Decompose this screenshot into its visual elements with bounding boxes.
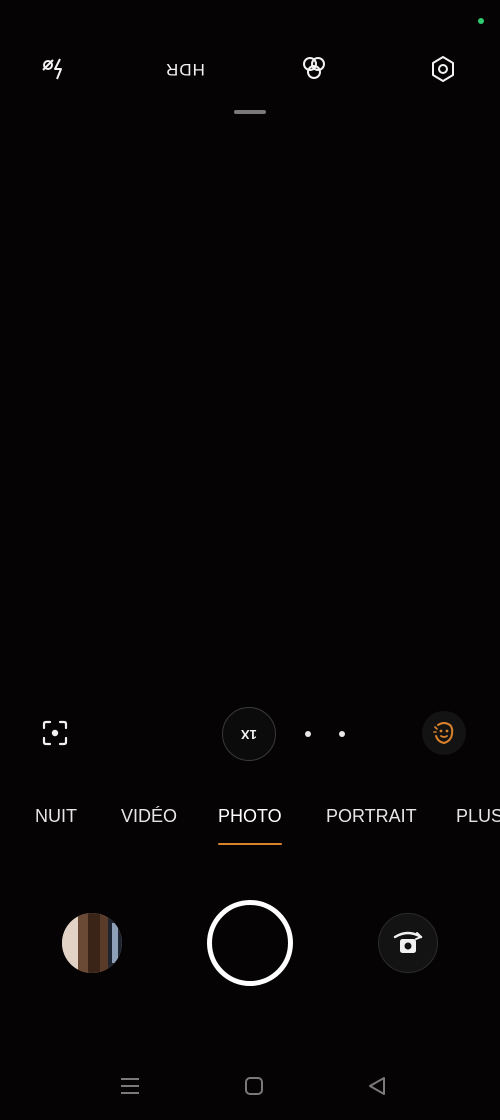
mode-more[interactable]: PLUS: [456, 806, 500, 827]
flash-toggle-button[interactable]: [38, 54, 72, 84]
camera-viewfinder[interactable]: [0, 130, 500, 690]
back-icon: [369, 1077, 385, 1095]
recent-apps-button[interactable]: [115, 1072, 145, 1100]
switch-camera-icon: [393, 931, 423, 953]
camera-active-indicator: [478, 18, 484, 24]
beauty-mode-button[interactable]: [422, 711, 466, 755]
settings-button[interactable]: [426, 54, 460, 84]
mode-video[interactable]: VIDÉO: [121, 806, 177, 827]
active-mode-indicator: [218, 843, 282, 845]
gallery-thumbnail[interactable]: [62, 913, 122, 973]
settings-icon: [432, 56, 454, 82]
menu-icon: [121, 1078, 139, 1094]
home-button[interactable]: [239, 1072, 269, 1100]
zoom-option-dot[interactable]: [305, 731, 311, 737]
hdr-label: HDR: [165, 60, 205, 79]
camera-mode-selector[interactable]: NUIT VIDÉO PHOTO PORTRAIT PLUS: [0, 806, 500, 836]
back-button[interactable]: [362, 1072, 392, 1100]
switch-camera-button[interactable]: [378, 913, 438, 973]
filters-icon: [303, 57, 325, 79]
mode-portrait[interactable]: PORTRAIT: [326, 806, 417, 827]
zoom-label: 1X: [241, 726, 257, 742]
filters-button[interactable]: [297, 54, 331, 84]
scan-icon: [42, 720, 68, 746]
zoom-level-button[interactable]: 1X: [222, 707, 276, 761]
home-icon: [245, 1077, 263, 1095]
mode-night[interactable]: NUIT: [35, 806, 77, 827]
beauty-face-icon: [433, 722, 454, 745]
flash-off-icon: [42, 58, 62, 80]
shutter-button[interactable]: [207, 900, 293, 986]
hdr-toggle-button[interactable]: HDR: [160, 54, 210, 84]
zoom-option-dot[interactable]: [339, 731, 345, 737]
gallery-preview-image: [62, 913, 122, 973]
pull-down-handle[interactable]: [234, 110, 266, 114]
mode-photo[interactable]: PHOTO: [218, 806, 282, 827]
scan-button[interactable]: [38, 716, 72, 750]
